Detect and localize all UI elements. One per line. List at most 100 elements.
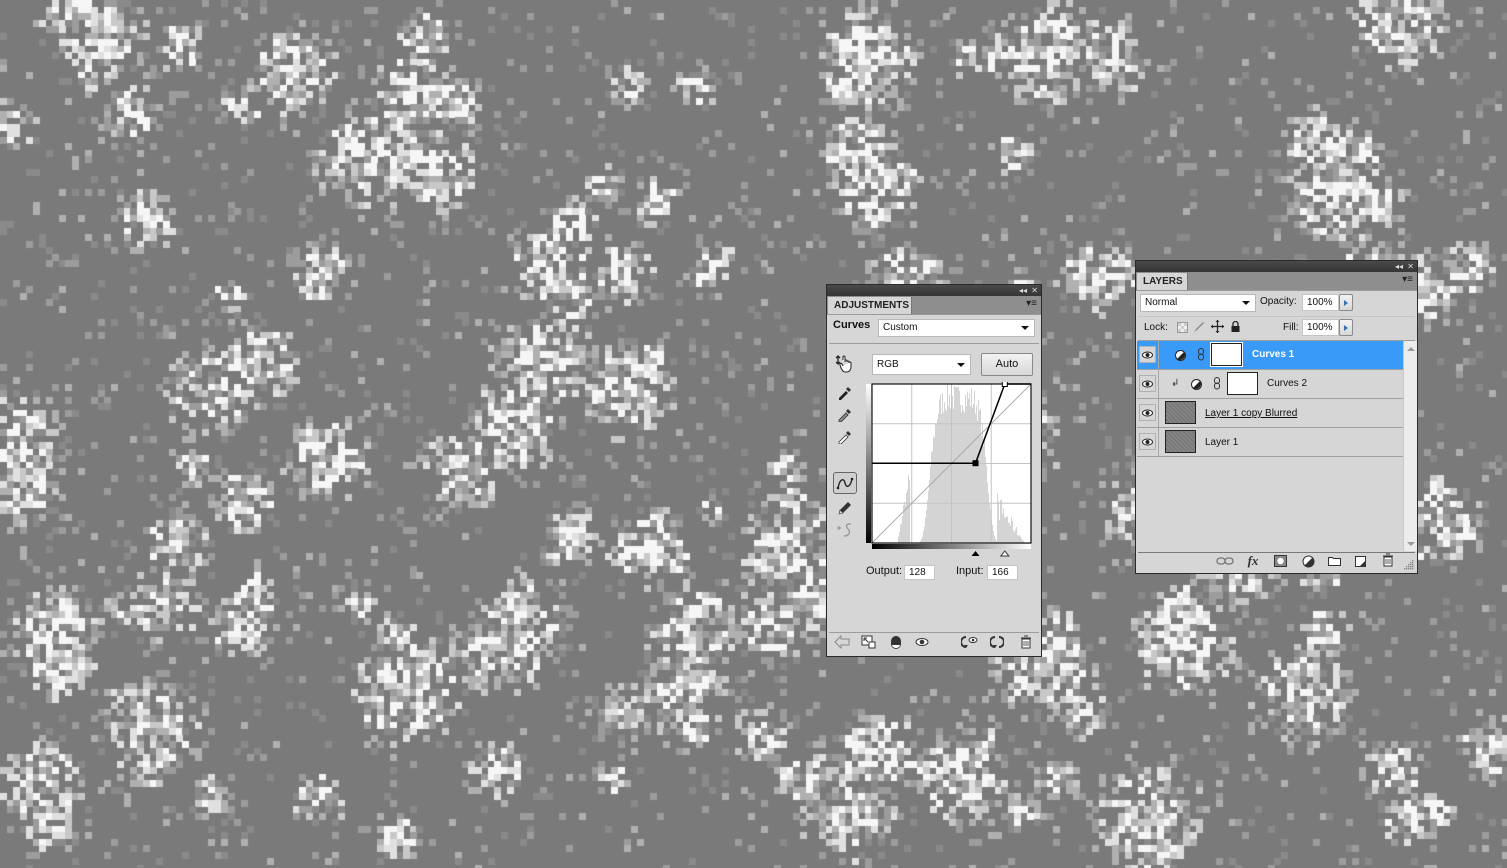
histogram-bar xyxy=(934,437,935,543)
black-point-slider[interactable] xyxy=(971,551,980,556)
curve-point-tool-icon[interactable] xyxy=(833,472,857,494)
panel-menu-icon[interactable]: ▾≡ xyxy=(1026,299,1037,309)
layer-name[interactable]: Curves 2 xyxy=(1267,378,1307,390)
expanded-view-icon[interactable] xyxy=(861,635,877,649)
histogram-bar xyxy=(971,388,972,543)
fill-field[interactable]: 100% xyxy=(1302,319,1339,336)
histogram-bar xyxy=(937,419,938,543)
scroll-down-icon[interactable] xyxy=(1407,542,1415,546)
add-mask-icon[interactable] xyxy=(1273,554,1287,567)
mask-link-icon[interactable] xyxy=(1214,377,1220,390)
histogram-bar xyxy=(982,422,983,543)
delete-layer-icon[interactable] xyxy=(1382,553,1394,567)
white-point-slider[interactable] xyxy=(999,550,1010,557)
visibility-toggle[interactable] xyxy=(1139,346,1156,363)
histogram-bar xyxy=(1010,525,1011,543)
tab-layers[interactable]: LAYERS xyxy=(1137,273,1188,290)
reset-icon[interactable] xyxy=(990,635,1004,649)
divider xyxy=(829,343,1039,344)
opacity-slider-button[interactable] xyxy=(1339,294,1353,311)
layer-row[interactable]: Layer 1 copy Blurred xyxy=(1137,399,1403,428)
layer-thumbnail[interactable] xyxy=(1165,430,1196,453)
back-arrow-icon[interactable] xyxy=(834,635,850,649)
layer-list-scrollbar[interactable] xyxy=(1403,341,1417,551)
lock-transparent-pixels-icon[interactable] xyxy=(1176,321,1188,333)
histogram-bar xyxy=(1019,535,1020,543)
histogram-bar xyxy=(909,480,910,543)
histogram-bar xyxy=(926,510,927,543)
visibility-eye-icon[interactable] xyxy=(915,636,929,648)
histogram-bar xyxy=(1020,536,1021,543)
adjustments-tabrow: ADJUSTMENTS ▾≡ xyxy=(827,296,1041,315)
layer-name[interactable]: Layer 1 xyxy=(1205,437,1238,449)
fill-slider-button[interactable] xyxy=(1339,319,1353,336)
histogram-bar xyxy=(1011,517,1012,543)
histogram-bar xyxy=(958,386,959,543)
fill-label: Fill: xyxy=(1283,322,1299,333)
histogram-bar xyxy=(1005,518,1006,543)
histogram-bar xyxy=(967,391,968,543)
collapse-icon[interactable]: ◂◂ xyxy=(1019,285,1027,296)
layer-name[interactable]: Layer 1 copy Blurred xyxy=(1205,408,1297,420)
layer-row[interactable]: Curves 1 xyxy=(1137,341,1403,370)
fx-icon[interactable]: fx xyxy=(1244,553,1262,569)
collapse-icon[interactable]: ◂◂ xyxy=(1395,261,1403,272)
close-icon[interactable]: ✕ xyxy=(1031,285,1038,296)
new-adjustment-layer-icon[interactable] xyxy=(1300,554,1316,568)
link-layers-icon[interactable] xyxy=(1216,555,1234,567)
layers-titlebar[interactable]: ◂◂ ✕ xyxy=(1136,261,1417,272)
histogram-bar xyxy=(949,394,950,543)
layer-name[interactable]: Curves 1 xyxy=(1252,349,1294,361)
delete-icon[interactable] xyxy=(1020,635,1032,649)
histogram-bar xyxy=(933,436,934,543)
layer-row[interactable]: ↲ Curves 2 xyxy=(1137,370,1403,399)
visibility-toggle[interactable] xyxy=(1139,375,1156,392)
adjustments-titlebar[interactable]: ◂◂ ✕ xyxy=(827,285,1041,296)
close-icon[interactable]: ✕ xyxy=(1407,261,1414,272)
smooth-curve-icon[interactable] xyxy=(836,522,854,538)
mask-link-icon[interactable] xyxy=(1198,348,1204,361)
curve-point-selected[interactable] xyxy=(972,460,979,467)
black-eyedropper-icon[interactable] xyxy=(837,384,853,400)
blend-mode-dropdown[interactable]: Normal xyxy=(1140,294,1256,312)
layer-row[interactable]: Layer 1 xyxy=(1137,428,1403,457)
layers-tabrow: LAYERS ▾≡ xyxy=(1136,272,1417,291)
curves-adjustment-icon xyxy=(1191,379,1202,390)
scroll-up-icon[interactable] xyxy=(1407,347,1415,351)
lock-all-icon[interactable] xyxy=(1230,320,1241,333)
target-adjust-hand-icon[interactable] xyxy=(835,353,855,373)
new-group-icon[interactable] xyxy=(1327,555,1341,567)
channel-dropdown[interactable]: RGB xyxy=(872,354,971,375)
histogram-bar xyxy=(974,390,975,543)
auto-button[interactable]: Auto xyxy=(981,353,1033,376)
curves-graph[interactable] xyxy=(865,382,1035,564)
layer-thumbnail[interactable] xyxy=(1165,401,1196,424)
white-eyedropper-icon[interactable] xyxy=(837,428,853,444)
gray-eyedropper-icon[interactable] xyxy=(837,406,853,422)
chevron-right-icon xyxy=(1344,325,1348,331)
output-field[interactable]: 128 xyxy=(904,565,935,580)
curve-point[interactable] xyxy=(1001,382,1008,387)
histogram-bar xyxy=(956,387,957,543)
histogram-bar xyxy=(989,502,990,543)
visibility-toggle[interactable] xyxy=(1139,404,1156,421)
input-field[interactable]: 166 xyxy=(987,565,1018,580)
view-previous-state-icon[interactable] xyxy=(961,635,979,649)
pencil-tool-icon[interactable] xyxy=(837,500,853,516)
lock-position-icon[interactable] xyxy=(1211,320,1224,333)
new-layer-icon[interactable] xyxy=(1354,555,1366,567)
histogram-bar xyxy=(921,538,922,543)
lock-image-pixels-icon[interactable] xyxy=(1193,321,1205,333)
histogram-bar xyxy=(946,410,947,543)
resize-grip-icon[interactable] xyxy=(1403,559,1415,571)
layer-mask-thumbnail[interactable] xyxy=(1227,372,1258,395)
histogram-bar xyxy=(975,413,976,543)
clip-to-layer-icon[interactable] xyxy=(890,635,902,649)
preset-dropdown[interactable]: Custom xyxy=(878,319,1035,337)
visibility-toggle[interactable] xyxy=(1139,433,1156,450)
tab-adjustments[interactable]: ADJUSTMENTS xyxy=(828,297,912,314)
layer-mask-thumbnail[interactable] xyxy=(1210,342,1243,367)
opacity-field[interactable]: 100% xyxy=(1302,294,1339,311)
panel-menu-icon[interactable]: ▾≡ xyxy=(1402,275,1413,285)
adjustments-panel: ◂◂ ✕ ADJUSTMENTS ▾≡ Curves Custom RGB Au… xyxy=(826,284,1042,657)
